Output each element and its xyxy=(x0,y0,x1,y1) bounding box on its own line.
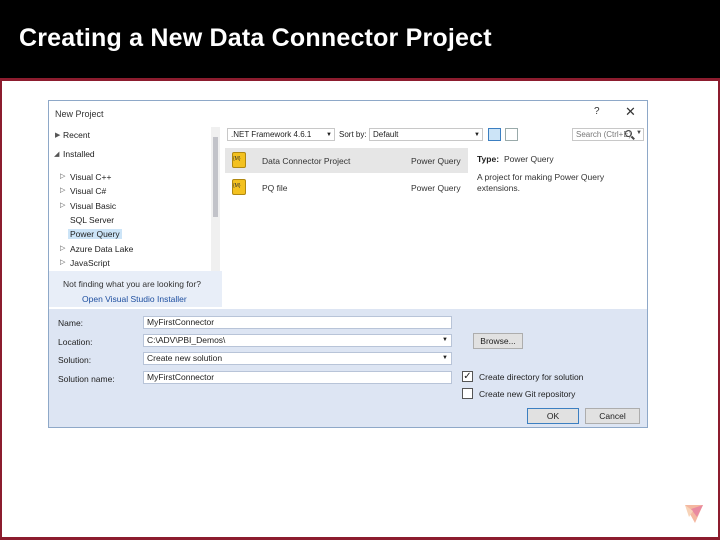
tree-item-visual-csharp[interactable]: Visual C# xyxy=(70,186,106,196)
search-icon[interactable] xyxy=(625,130,632,137)
tree-item-visual-basic[interactable]: Visual Basic xyxy=(70,201,116,211)
chevron-down-icon: ▼ xyxy=(474,132,480,138)
chevron-down-icon[interactable]: ▼ xyxy=(636,130,642,136)
template-row[interactable]: Data Connector Project Power Query xyxy=(225,148,468,173)
dialog-titlebar: New Project ? ✕ xyxy=(49,101,647,123)
open-installer-link[interactable]: Open Visual Studio Installer xyxy=(82,294,187,304)
framework-select-value: .NET Framework 4.6.1 xyxy=(231,130,312,139)
installer-hint: Not finding what you are looking for? Op… xyxy=(49,271,222,307)
sort-by-label: Sort by: xyxy=(339,130,367,139)
solution-name-label: Solution name: xyxy=(58,374,115,384)
ok-button[interactable]: OK xyxy=(527,408,579,424)
sort-select[interactable]: Default ▼ xyxy=(369,128,483,141)
framework-select[interactable]: .NET Framework 4.6.1 ▼ xyxy=(227,128,335,141)
tree-item-sql-server[interactable]: SQL Server xyxy=(70,215,114,225)
tree-item-installed[interactable]: Installed xyxy=(63,149,95,159)
template-tree: ▶ Recent ◢ Installed ▷ Visual C++ ▷ Visu… xyxy=(49,123,222,307)
tree-scrollbar[interactable] xyxy=(211,127,220,273)
installer-hint-text: Not finding what you are looking for? xyxy=(63,279,201,289)
slide-header: Creating a New Data Connector Project xyxy=(0,0,720,78)
sort-select-value: Default xyxy=(373,130,399,139)
solution-select[interactable]: Create new solution ▼ xyxy=(143,352,452,365)
chevron-down-icon: ▼ xyxy=(326,132,332,138)
expand-arrow-icon[interactable]: ▷ xyxy=(60,258,65,266)
new-project-dialog: New Project ? ✕ ▶ Recent ◢ Installed ▷ V… xyxy=(48,100,648,428)
expand-arrow-icon[interactable]: ▶ xyxy=(55,131,60,139)
template-language: Power Query xyxy=(411,156,461,166)
name-field[interactable]: MyFirstConnector xyxy=(143,316,452,329)
template-language: Power Query xyxy=(411,183,461,193)
presentation-logo-icon xyxy=(685,505,703,523)
template-details: Type: Power Query A project for making P… xyxy=(470,147,644,307)
list-view-icon[interactable] xyxy=(505,128,518,141)
chevron-down-icon: ▼ xyxy=(442,355,448,361)
cancel-button[interactable]: Cancel xyxy=(585,408,640,424)
location-label: Location: xyxy=(58,337,93,347)
create-git-label: Create new Git repository xyxy=(479,389,576,399)
expand-arrow-icon[interactable]: ▷ xyxy=(60,186,65,194)
type-label: Type: xyxy=(477,154,500,164)
tree-item-recent[interactable]: Recent xyxy=(63,130,90,140)
type-value: Power Query xyxy=(504,154,554,164)
chevron-down-icon: ▼ xyxy=(442,337,448,343)
grid-view-icon[interactable] xyxy=(488,128,501,141)
name-label: Name: xyxy=(58,318,84,328)
template-name: PQ file xyxy=(262,183,288,193)
slide-title: Creating a New Data Connector Project xyxy=(19,24,492,52)
expand-arrow-icon[interactable]: ▷ xyxy=(60,172,65,180)
tree-scroll-thumb[interactable] xyxy=(213,137,218,217)
expand-arrow-icon[interactable]: ▷ xyxy=(60,244,65,252)
create-directory-checkbox[interactable]: ✓ xyxy=(462,371,473,382)
location-value: C:\ADV\PBI_Demos\ xyxy=(147,335,226,345)
solution-label: Solution: xyxy=(58,355,92,365)
create-directory-label: Create directory for solution xyxy=(479,372,584,382)
dialog-title: New Project xyxy=(55,109,104,119)
browse-button[interactable]: Browse... xyxy=(473,333,523,349)
expand-arrow-icon[interactable]: ▷ xyxy=(60,201,65,209)
solution-value: Create new solution xyxy=(147,353,223,363)
help-icon[interactable]: ? xyxy=(594,106,600,117)
project-form: Name: MyFirstConnector Location: C:\ADV\… xyxy=(49,309,647,427)
solution-name-field[interactable]: MyFirstConnector xyxy=(143,371,452,384)
tree-item-javascript[interactable]: JavaScript xyxy=(70,258,110,268)
template-description: A project for making Power Query extensi… xyxy=(477,172,605,193)
create-git-checkbox[interactable] xyxy=(462,388,473,399)
collapse-arrow-icon[interactable]: ◢ xyxy=(54,150,59,158)
location-field[interactable]: C:\ADV\PBI_Demos\ ▼ xyxy=(143,334,452,347)
tree-item-power-query[interactable]: Power Query xyxy=(68,229,122,239)
tree-item-azure-data-lake[interactable]: Azure Data Lake xyxy=(70,244,133,254)
tree-item-visual-cpp[interactable]: Visual C++ xyxy=(70,172,111,182)
close-icon[interactable]: ✕ xyxy=(625,104,636,120)
template-row[interactable]: PQ file Power Query xyxy=(225,175,468,200)
power-query-file-icon xyxy=(232,179,246,195)
template-name: Data Connector Project xyxy=(262,156,351,166)
power-query-project-icon xyxy=(232,152,246,168)
